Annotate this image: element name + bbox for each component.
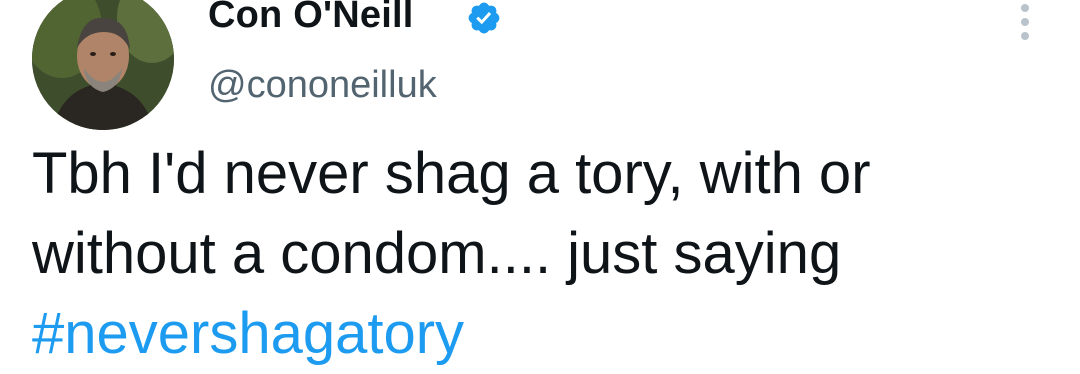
tweet-text-line: without a condom.... just saying xyxy=(32,221,842,286)
author-display-name[interactable]: Con O'Neill xyxy=(208,0,413,37)
tweet-text: Tbh I'd never shag a tory, with or witho… xyxy=(32,134,1052,294)
author-avatar[interactable] xyxy=(32,0,174,130)
more-dot xyxy=(1021,18,1029,26)
tweet: Con O'Neill @cononeilluk Tbh I'd never s… xyxy=(0,0,1080,366)
avatar-photo-icon xyxy=(32,0,174,130)
more-options-icon[interactable] xyxy=(1014,4,1036,44)
more-dot xyxy=(1021,32,1029,40)
tweet-text-line: Tbh I'd never shag a tory, with or xyxy=(32,141,871,206)
verified-badge-icon xyxy=(468,2,500,34)
more-dot xyxy=(1021,4,1029,12)
hashtag-link[interactable]: #nevershagatory xyxy=(32,294,464,374)
author-handle[interactable]: @cononeilluk xyxy=(208,64,437,107)
